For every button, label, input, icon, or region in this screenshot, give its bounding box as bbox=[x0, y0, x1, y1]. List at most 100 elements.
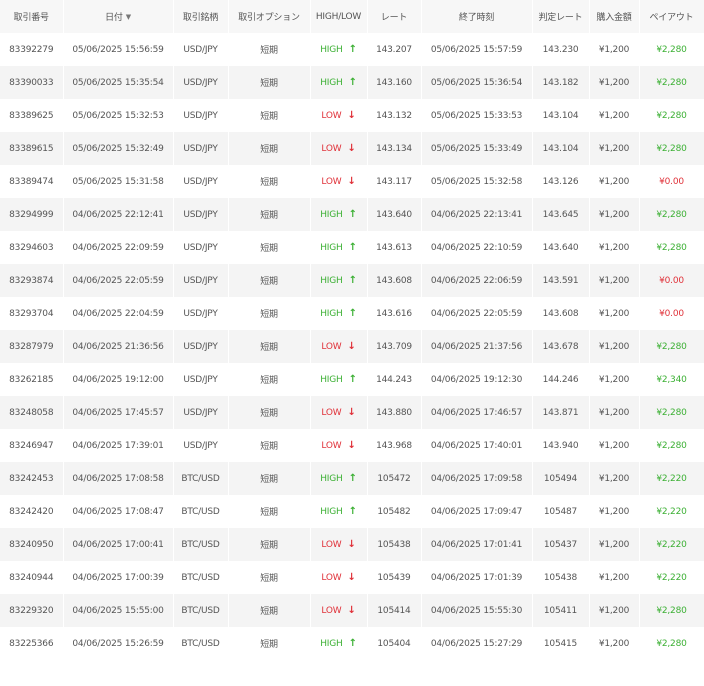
rate-cell: 105414 bbox=[367, 594, 422, 627]
trade-id-cell: 83392279 bbox=[0, 33, 64, 66]
payout-cell: ¥2,280 bbox=[639, 66, 704, 99]
symbol-cell: USD/JPY bbox=[173, 231, 229, 264]
table-row[interactable]: 83294603 04/06/2025 22:09:59 USD/JPY 短期 HIGH… bbox=[0, 231, 704, 264]
table-row[interactable]: 83287979 04/06/2025 21:36:56 USD/JPY 短期 LOW ↓… bbox=[0, 330, 704, 363]
arrow-down-icon: ↓ bbox=[347, 407, 356, 418]
arrow-up-icon: ↑ bbox=[348, 44, 357, 55]
table-row[interactable]: 83225366 04/06/2025 15:26:59 BTC/USD 短期 HIGH… bbox=[0, 627, 704, 660]
trade-id-cell: 83287979 bbox=[0, 330, 64, 363]
table-row[interactable]: 83240950 04/06/2025 17:00:41 BTC/USD 短期 LOW ↓… bbox=[0, 528, 704, 561]
table-row[interactable]: 83293874 04/06/2025 22:05:59 USD/JPY 短期 HIGH… bbox=[0, 264, 704, 297]
table-row[interactable]: 83262185 04/06/2025 19:12:00 USD/JPY 短期 HIGH… bbox=[0, 363, 704, 396]
payout-cell: ¥0.00 bbox=[639, 297, 704, 330]
judge-rate-cell: 105487 bbox=[532, 495, 590, 528]
table-row[interactable]: 83248058 04/06/2025 17:45:57 USD/JPY 短期 LOW ↓… bbox=[0, 396, 704, 429]
direction-label: HIGH bbox=[320, 308, 343, 319]
arrow-down-icon: ↓ bbox=[347, 143, 356, 154]
symbol-cell: BTC/USD bbox=[173, 528, 229, 561]
option-cell: 短期 bbox=[228, 363, 311, 396]
header-date[interactable]: 日付 ▼ bbox=[63, 0, 174, 33]
rate-cell: 105439 bbox=[367, 561, 422, 594]
table-row[interactable]: 83389615 05/06/2025 15:32:49 USD/JPY 短期 LOW ↓… bbox=[0, 132, 704, 165]
end-time-cell: 04/06/2025 21:37:56 bbox=[421, 330, 533, 363]
trade-id-cell: 83293704 bbox=[0, 297, 64, 330]
arrow-down-icon: ↓ bbox=[347, 605, 356, 616]
header-judge-rate[interactable]: 判定レート bbox=[532, 0, 590, 33]
end-time-cell: 04/06/2025 17:09:47 bbox=[421, 495, 533, 528]
sort-desc-icon[interactable]: ▼ bbox=[126, 13, 131, 21]
arrow-down-icon: ↓ bbox=[347, 539, 356, 550]
option-cell: 短期 bbox=[228, 561, 311, 594]
table-row[interactable]: 83293704 04/06/2025 22:04:59 USD/JPY 短期 HIGH… bbox=[0, 297, 704, 330]
table-row[interactable]: 83392279 05/06/2025 15:56:59 USD/JPY 短期 HIGH… bbox=[0, 33, 704, 66]
trade-id-cell: 83240944 bbox=[0, 561, 64, 594]
amount-cell: ¥1,200 bbox=[589, 429, 640, 462]
direction-label: LOW bbox=[321, 341, 342, 352]
header-end-time[interactable]: 終了時刻 bbox=[421, 0, 533, 33]
rate-cell: 143.608 bbox=[367, 264, 422, 297]
date-cell: 04/06/2025 15:26:59 bbox=[63, 627, 174, 660]
table-row[interactable]: 83242420 04/06/2025 17:08:47 BTC/USD 短期 HIGH… bbox=[0, 495, 704, 528]
direction-cell: LOW ↓ bbox=[310, 330, 368, 363]
header-amount[interactable]: 購入金額 bbox=[589, 0, 640, 33]
table-row[interactable]: 83390033 05/06/2025 15:35:54 USD/JPY 短期 HIGH… bbox=[0, 66, 704, 99]
amount-cell: ¥1,200 bbox=[589, 627, 640, 660]
symbol-cell: USD/JPY bbox=[173, 363, 229, 396]
symbol-cell: USD/JPY bbox=[173, 33, 229, 66]
payout-cell: ¥2,340 bbox=[639, 363, 704, 396]
option-cell: 短期 bbox=[228, 66, 311, 99]
date-cell: 05/06/2025 15:32:49 bbox=[63, 132, 174, 165]
rate-cell: 105404 bbox=[367, 627, 422, 660]
trade-id-cell: 83242453 bbox=[0, 462, 64, 495]
header-rate[interactable]: レート bbox=[367, 0, 422, 33]
table-row[interactable]: 83246947 04/06/2025 17:39:01 USD/JPY 短期 LOW ↓… bbox=[0, 429, 704, 462]
table-row[interactable]: 83389625 05/06/2025 15:32:53 USD/JPY 短期 LOW ↓… bbox=[0, 99, 704, 132]
end-time-cell: 04/06/2025 17:01:39 bbox=[421, 561, 533, 594]
direction-label: HIGH bbox=[320, 275, 343, 286]
end-time-cell: 04/06/2025 15:27:29 bbox=[421, 627, 533, 660]
end-time-cell: 05/06/2025 15:33:53 bbox=[421, 99, 533, 132]
table-row[interactable]: 83240944 04/06/2025 17:00:39 BTC/USD 短期 LOW ↓… bbox=[0, 561, 704, 594]
header-direction[interactable]: HIGH/LOW bbox=[310, 0, 368, 33]
direction-label: HIGH bbox=[320, 242, 343, 253]
date-cell: 05/06/2025 15:35:54 bbox=[63, 66, 174, 99]
header-trade-id[interactable]: 取引番号 bbox=[0, 0, 64, 33]
judge-rate-cell: 143.640 bbox=[532, 231, 590, 264]
judge-rate-cell: 143.182 bbox=[532, 66, 590, 99]
rate-cell: 143.160 bbox=[367, 66, 422, 99]
table-row[interactable]: 83242453 04/06/2025 17:08:58 BTC/USD 短期 HIGH… bbox=[0, 462, 704, 495]
end-time-cell: 05/06/2025 15:57:59 bbox=[421, 33, 533, 66]
trade-history-table: 取引番号 日付 ▼ 取引銘柄 取引オプション HIGH/LOW レート 終了時刻… bbox=[0, 0, 704, 660]
payout-cell: ¥2,280 bbox=[639, 132, 704, 165]
direction-label: HIGH bbox=[320, 209, 343, 220]
arrow-up-icon: ↑ bbox=[348, 242, 357, 253]
amount-cell: ¥1,200 bbox=[589, 297, 640, 330]
direction-cell: LOW ↓ bbox=[310, 561, 368, 594]
amount-cell: ¥1,200 bbox=[589, 66, 640, 99]
judge-rate-cell: 143.871 bbox=[532, 396, 590, 429]
rate-cell: 105482 bbox=[367, 495, 422, 528]
rate-cell: 143.709 bbox=[367, 330, 422, 363]
date-cell: 04/06/2025 17:08:58 bbox=[63, 462, 174, 495]
direction-cell: LOW ↓ bbox=[310, 396, 368, 429]
option-cell: 短期 bbox=[228, 165, 311, 198]
end-time-cell: 04/06/2025 17:01:41 bbox=[421, 528, 533, 561]
amount-cell: ¥1,200 bbox=[589, 165, 640, 198]
direction-cell: HIGH ↑ bbox=[310, 264, 368, 297]
table-row[interactable]: 83389474 05/06/2025 15:31:58 USD/JPY 短期 LOW ↓… bbox=[0, 165, 704, 198]
direction-cell: LOW ↓ bbox=[310, 99, 368, 132]
symbol-cell: BTC/USD bbox=[173, 594, 229, 627]
direction-label: HIGH bbox=[320, 77, 343, 88]
header-payout[interactable]: ペイアウト bbox=[639, 0, 704, 33]
judge-rate-cell: 105438 bbox=[532, 561, 590, 594]
rate-cell: 143.207 bbox=[367, 33, 422, 66]
direction-label: LOW bbox=[321, 110, 342, 121]
judge-rate-cell: 143.126 bbox=[532, 165, 590, 198]
header-option[interactable]: 取引オプション bbox=[228, 0, 311, 33]
end-time-cell: 05/06/2025 15:36:54 bbox=[421, 66, 533, 99]
table-row[interactable]: 83229320 04/06/2025 15:55:00 BTC/USD 短期 LOW ↓… bbox=[0, 594, 704, 627]
header-symbol[interactable]: 取引銘柄 bbox=[173, 0, 229, 33]
table-row[interactable]: 83294999 04/06/2025 22:12:41 USD/JPY 短期 HIGH… bbox=[0, 198, 704, 231]
amount-cell: ¥1,200 bbox=[589, 132, 640, 165]
trade-id-cell: 83294999 bbox=[0, 198, 64, 231]
